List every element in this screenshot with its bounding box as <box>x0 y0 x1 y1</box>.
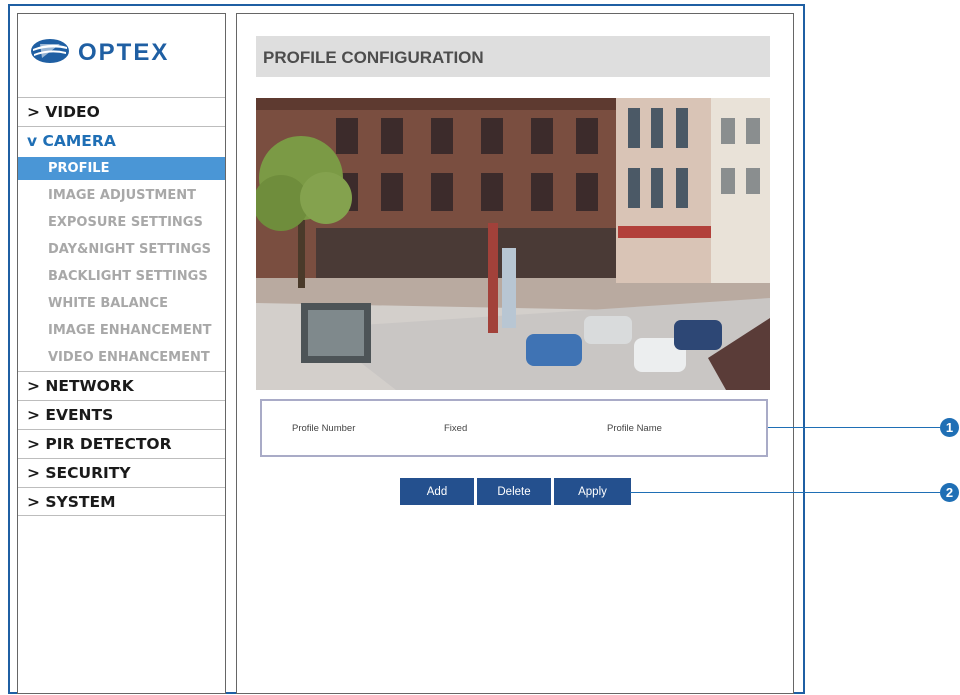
camera-scene-image <box>256 98 770 390</box>
sidebar-subitem-profile[interactable]: PROFILE <box>18 157 225 180</box>
camera-live-view[interactable] <box>256 98 770 390</box>
callout-badge-1: 1 <box>940 418 959 437</box>
sidebar-item-pir-detector[interactable]: > PIR DETECTOR <box>18 429 225 458</box>
sidebar-item-video[interactable]: > VIDEO <box>18 97 225 126</box>
page-title: PROFILE CONFIGURATION <box>263 48 484 67</box>
sidebar-item-system[interactable]: > SYSTEM <box>18 487 225 516</box>
sidebar-subitem-backlight-settings[interactable]: BACKLIGHT SETTINGS <box>18 263 225 290</box>
column-header-fixed: Fixed <box>444 423 468 434</box>
sidebar: OPTEX > VIDEO v CAMERA PROFILE IMAGE ADJ… <box>17 13 226 694</box>
apply-button[interactable]: Apply <box>554 478 631 505</box>
sidebar-item-camera[interactable]: v CAMERA <box>18 126 225 155</box>
sidebar-subitem-day-night-settings[interactable]: DAY&NIGHT SETTINGS <box>18 236 225 263</box>
sidebar-menu: > VIDEO v CAMERA PROFILE IMAGE ADJUSTMEN… <box>18 97 225 516</box>
sidebar-subitem-image-enhancement[interactable]: IMAGE ENHANCEMENT <box>18 317 225 344</box>
sidebar-item-events[interactable]: > EVENTS <box>18 400 225 429</box>
column-header-profile-number: Profile Number <box>292 423 356 434</box>
page-title-bar: PROFILE CONFIGURATION <box>256 36 770 77</box>
sidebar-subitem-video-enhancement[interactable]: VIDEO ENHANCEMENT <box>18 344 225 371</box>
sidebar-subitem-image-adjustment[interactable]: IMAGE ADJUSTMENT <box>18 182 225 209</box>
sidebar-item-network[interactable]: > NETWORK <box>18 371 225 400</box>
column-header-profile-name: Profile Name <box>607 423 662 434</box>
sidebar-subitem-white-balance[interactable]: WHITE BALANCE <box>18 290 225 317</box>
logo-text: OPTEX <box>78 39 169 64</box>
sidebar-item-security[interactable]: > SECURITY <box>18 458 225 487</box>
optex-logo-icon: OPTEX <box>31 39 169 66</box>
optex-logo: OPTEX <box>30 38 210 66</box>
callout-line-2 <box>630 492 940 493</box>
profile-table: Profile Number Fixed Profile Name <box>260 399 768 457</box>
main-panel: PROFILE CONFIGURATION Profile Number Fix… <box>236 13 794 694</box>
sidebar-subitem-exposure-settings[interactable]: EXPOSURE SETTINGS <box>18 209 225 236</box>
delete-button[interactable]: Delete <box>477 478 551 505</box>
callout-line-1 <box>768 427 940 428</box>
add-button[interactable]: Add <box>400 478 474 505</box>
callout-badge-2: 2 <box>940 483 959 502</box>
